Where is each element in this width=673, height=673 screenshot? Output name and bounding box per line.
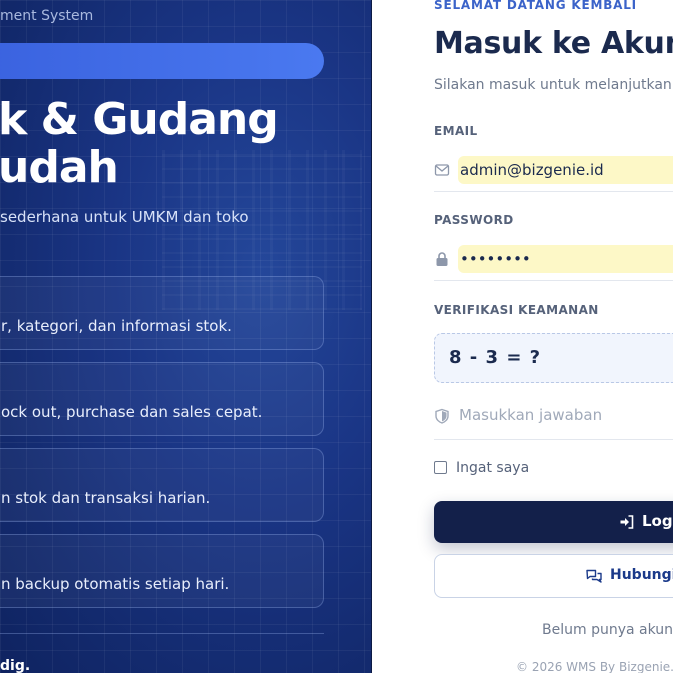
contact-button-label: Hubungi A [610, 567, 673, 583]
feature-card: ock out, purchase dan sales cepat. [0, 362, 324, 436]
welcome-eyebrow: SELAMAT DATANG KEMBALI [434, 0, 637, 12]
email-label: EMAIL [434, 124, 478, 138]
brand-subtitle: ment System [0, 8, 94, 24]
login-panel: SELAMAT DATANG KEMBALI Masuk ke Akun A S… [372, 0, 673, 673]
login-button[interactable]: Login [434, 501, 673, 543]
captcha-box: 8 - 3 = ? [434, 333, 673, 383]
hero-heading: k & Gudang udah [0, 94, 279, 193]
envelope-icon [434, 164, 450, 176]
security-label: VERIFIKASI KEAMANAN [434, 303, 599, 317]
hero-line-1: k & Gudang [0, 94, 279, 145]
feature-card: n stok dan transaksi harian. [0, 448, 324, 522]
feature-card: r, kategori, dan informasi stok. [0, 276, 324, 350]
email-input[interactable] [458, 156, 673, 184]
left-divider [0, 633, 324, 634]
signup-text[interactable]: Belum punya akun? I [542, 622, 673, 638]
feature-text: ock out, purchase dan sales cepat. [1, 403, 263, 421]
feature-card: n backup otomatis setiap hari. [0, 534, 324, 608]
hero-subtitle: sederhana untuk UMKM dan toko [0, 208, 249, 226]
feature-text: n stok dan transaksi harian. [1, 489, 211, 507]
copyright-footer: © 2026 WMS By Bizgenie.id [516, 660, 673, 673]
captcha-answer-input[interactable]: Masukkan jawaban [459, 406, 602, 424]
feature-text: n backup otomatis setiap hari. [1, 575, 230, 593]
login-subtitle: Silakan masuk untuk melanjutkan ke [434, 77, 673, 93]
chat-icon [586, 569, 602, 583]
captcha-answer-row[interactable]: Masukkan jawaban [434, 396, 673, 440]
left-footer-text: dig. [0, 658, 31, 673]
password-label: PASSWORD [434, 213, 514, 227]
lock-icon [436, 252, 448, 266]
shield-icon [435, 408, 449, 424]
captcha-question: 8 - 3 = ? [449, 347, 542, 368]
brand-bar [0, 43, 324, 79]
email-field-row [434, 148, 673, 192]
remember-checkbox[interactable] [434, 461, 447, 474]
login-title: Masuk ke Akun A [434, 26, 673, 61]
sign-in-icon [620, 515, 634, 529]
hero-panel: ment System k & Gudang udah sederhana un… [0, 0, 372, 673]
password-field-row: •••••••• [434, 237, 673, 281]
contact-admin-button[interactable]: Hubungi A [434, 554, 673, 598]
remember-label: Ingat saya [456, 460, 530, 476]
login-button-label: Login [642, 512, 673, 530]
hero-line-2: udah [0, 142, 119, 193]
feature-text: r, kategori, dan informasi stok. [1, 317, 232, 335]
password-input[interactable]: •••••••• [458, 245, 673, 273]
